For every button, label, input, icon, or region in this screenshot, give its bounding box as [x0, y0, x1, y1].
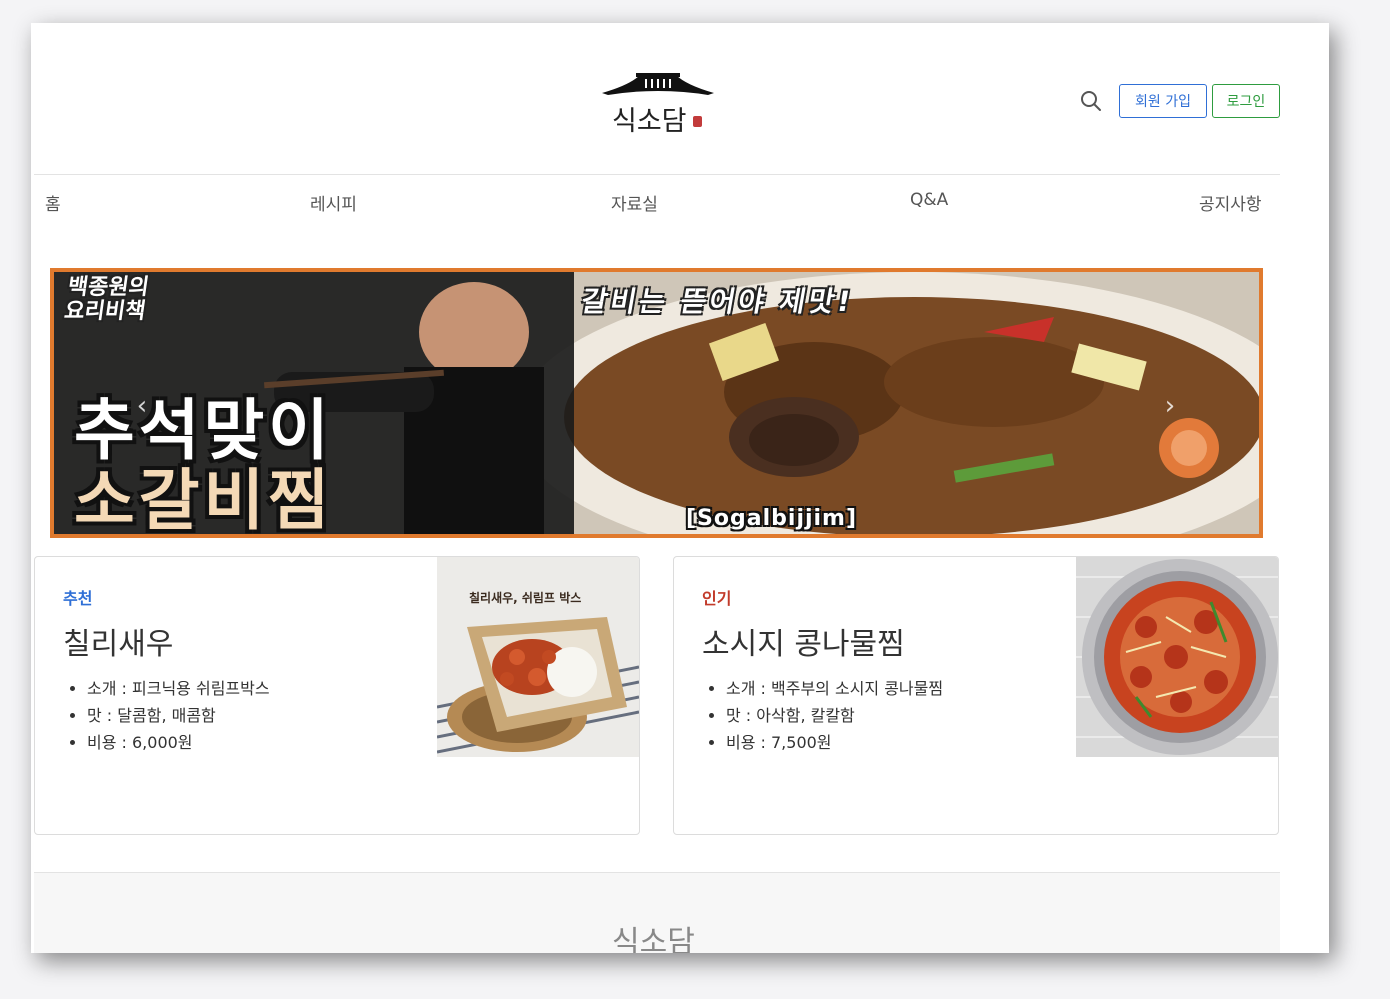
card-detail-taste: 맛 : 달콤함, 매콤함	[87, 702, 270, 729]
site-header: 식소담 회원 가입 로그인	[34, 23, 1280, 175]
carousel-prev-button[interactable]: ‹	[130, 388, 154, 424]
card-details: 소개 : 피크닉용 쉬림프박스 맛 : 달콤함, 매콤함 비용 : 6,000원	[87, 675, 270, 756]
card-image-sausage-bean-sprouts[interactable]	[1076, 557, 1278, 757]
card-tag: 인기	[702, 589, 732, 608]
logo-seal-icon	[693, 116, 702, 127]
page-container: 식소담 회원 가입 로그인 홈 레시피 자료실 Q&A 공지사항 백종원의 요리…	[34, 23, 1280, 953]
card-detail-cost: 비용 : 6,000원	[87, 729, 270, 756]
card-detail-intro: 소개 : 백주부의 소시지 콩나물찜	[726, 675, 943, 702]
card-detail-cost: 비용 : 7,500원	[726, 729, 943, 756]
recipe-card-recommended[interactable]: 추천 칠리새우 소개 : 피크닉용 쉬림프박스 맛 : 달콤함, 매콤함 비용 …	[34, 556, 640, 835]
banner-badge: 백종원의 요리비책	[62, 275, 151, 324]
login-button[interactable]: 로그인	[1212, 84, 1280, 118]
card-details: 소개 : 백주부의 소시지 콩나물찜 맛 : 아삭함, 칼칼함 비용 : 7,5…	[726, 675, 943, 756]
card-title[interactable]: 칠리새우	[63, 619, 173, 663]
banner-subtitle: [Sogalbijjim]	[686, 506, 858, 531]
card-detail-intro: 소개 : 피크닉용 쉬림프박스	[87, 675, 270, 702]
banner-badge-line1: 백종원의	[66, 275, 151, 300]
carousel-next-button[interactable]: ›	[1158, 388, 1182, 424]
search-button[interactable]	[1079, 89, 1103, 113]
banner-badge-line2: 요리비책	[62, 299, 148, 324]
site-logo[interactable]: 식소담	[600, 71, 716, 137]
banner-top-text: 갈비는 뜯어야 제맛!	[578, 285, 857, 318]
nav-item-recipe[interactable]: 레시피	[310, 190, 357, 215]
card-detail-taste: 맛 : 아삭함, 칼칼함	[726, 702, 943, 729]
banner-headline-line1: 추석맞이	[74, 392, 333, 469]
card-tag: 추천	[63, 589, 93, 608]
footer-title: 식소담	[612, 925, 695, 953]
nav-item-archive[interactable]: 자료실	[611, 190, 658, 215]
recipe-card-popular[interactable]: 인기 소시지 콩나물찜 소개 : 백주부의 소시지 콩나물찜 맛 : 아삭함, …	[673, 556, 1279, 835]
hanok-roof-icon	[602, 73, 714, 95]
card-image-chili-shrimp[interactable]: 칠리새우, 쉬림프 박스	[437, 557, 639, 757]
chevron-right-icon: ›	[1164, 391, 1176, 421]
chili-shrimp-image	[437, 557, 639, 757]
nav-item-qna[interactable]: Q&A	[910, 190, 948, 210]
banner-headline-line2: 소갈비찜	[74, 462, 333, 538]
hero-carousel[interactable]: 백종원의 요리비책 갈비는 뜯어야 제맛! 추석맞이 소갈비찜 [Sogalbi…	[50, 268, 1263, 538]
main-nav: 홈 레시피 자료실 Q&A 공지사항	[34, 176, 1280, 226]
signup-button[interactable]: 회원 가입	[1119, 84, 1207, 118]
card-title[interactable]: 소시지 콩나물찜	[702, 619, 905, 663]
sausage-bean-sprouts-image	[1076, 557, 1278, 757]
browser-window: 식소담 회원 가입 로그인 홈 레시피 자료실 Q&A 공지사항 백종원의 요리…	[31, 23, 1329, 953]
chevron-left-icon: ‹	[136, 391, 148, 421]
site-footer: 식소담	[34, 872, 1280, 953]
logo-text: 식소담	[612, 106, 687, 137]
search-icon	[1081, 91, 1101, 111]
nav-item-notice[interactable]: 공지사항	[1199, 190, 1262, 215]
card-image-caption: 칠리새우, 쉬림프 박스	[469, 591, 582, 605]
nav-item-home[interactable]: 홈	[45, 190, 61, 215]
